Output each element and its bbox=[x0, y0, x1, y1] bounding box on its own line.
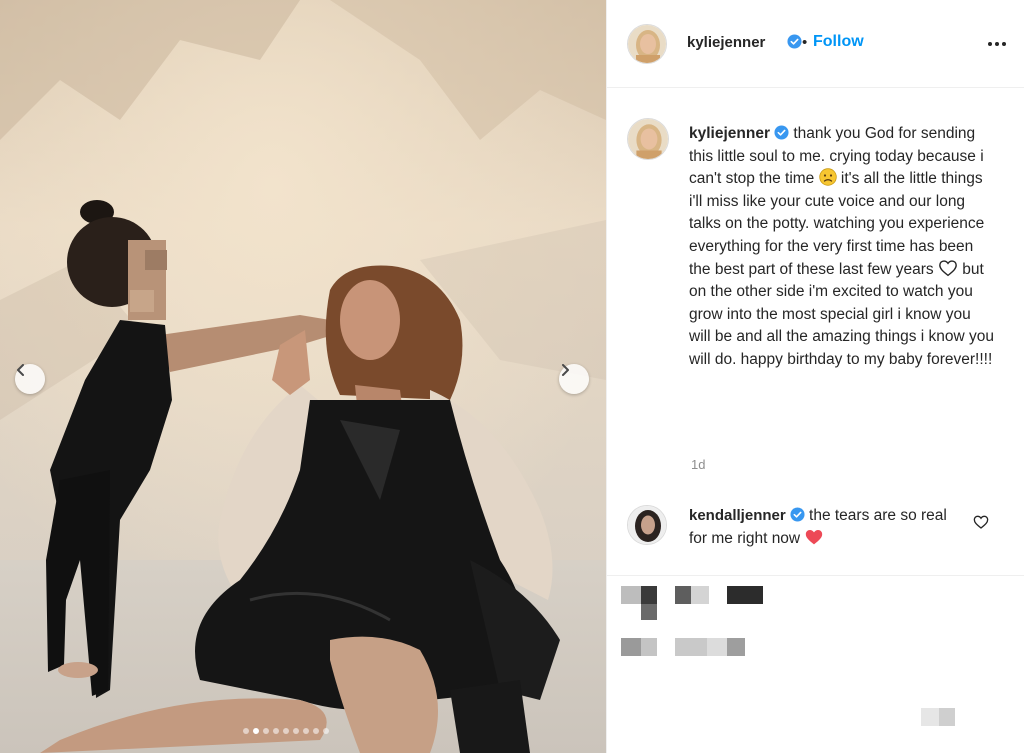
carousel-dot bbox=[243, 728, 249, 734]
redacted-block bbox=[641, 604, 657, 620]
carousel-dot bbox=[303, 728, 309, 734]
separator-dot: • bbox=[802, 34, 808, 51]
follow-button[interactable]: Follow bbox=[813, 33, 864, 51]
white-heart-emoji bbox=[939, 259, 957, 276]
post-photo bbox=[0, 0, 606, 753]
chevron-right-icon bbox=[562, 364, 569, 376]
like-comment-heart-icon[interactable] bbox=[973, 514, 989, 530]
redacted-block bbox=[727, 586, 763, 604]
sad-face-emoji bbox=[818, 168, 837, 186]
carousel-dot bbox=[253, 728, 259, 734]
redacted-block bbox=[727, 638, 745, 656]
red-heart-emoji bbox=[806, 529, 823, 544]
carousel-dot bbox=[263, 728, 269, 734]
commenter-username-link[interactable]: kendalljenner bbox=[689, 507, 786, 524]
author-avatar[interactable] bbox=[627, 24, 667, 64]
comment-body: kendalljenner the tears are so real for … bbox=[689, 505, 959, 550]
caption-author-avatar[interactable] bbox=[627, 118, 669, 160]
redacted-block bbox=[675, 638, 707, 656]
post-media[interactable] bbox=[0, 0, 606, 753]
carousel-dot bbox=[273, 728, 279, 734]
more-options-icon[interactable] bbox=[985, 38, 1009, 50]
redacted-block bbox=[621, 586, 641, 604]
verified-badge-icon bbox=[787, 34, 802, 49]
redacted-block bbox=[621, 638, 641, 656]
previous-slide-button[interactable] bbox=[15, 364, 45, 394]
verified-badge-icon bbox=[790, 507, 805, 522]
verified-badge bbox=[783, 34, 802, 52]
author-username-link[interactable]: kyliejenner bbox=[687, 34, 765, 51]
caption-username-link[interactable]: kyliejenner bbox=[689, 125, 770, 142]
redacted-block bbox=[921, 708, 939, 726]
verified-badge-icon bbox=[774, 125, 789, 140]
post-caption: kyliejenner thank you God for sending th… bbox=[689, 123, 994, 372]
next-slide-button[interactable] bbox=[559, 364, 589, 394]
redacted-block bbox=[675, 586, 691, 604]
redacted-block bbox=[939, 708, 955, 726]
carousel-dot bbox=[293, 728, 299, 734]
post-header: kyliejenner • Follow bbox=[607, 0, 1024, 88]
redacted-block bbox=[707, 638, 727, 656]
post-timestamp[interactable]: 1d bbox=[691, 457, 705, 472]
carousel-dot bbox=[283, 728, 289, 734]
redacted-block bbox=[691, 586, 709, 604]
section-divider bbox=[607, 575, 1024, 576]
redacted-block bbox=[641, 638, 657, 656]
carousel-indicator bbox=[243, 728, 329, 734]
carousel-dot bbox=[313, 728, 319, 734]
post-details-pane: kyliejenner • Follow kyliejenner thank y… bbox=[606, 0, 1024, 753]
redacted-block bbox=[641, 586, 657, 604]
commenter-avatar[interactable] bbox=[627, 505, 667, 545]
chevron-left-icon bbox=[17, 364, 24, 376]
carousel-dot bbox=[323, 728, 329, 734]
